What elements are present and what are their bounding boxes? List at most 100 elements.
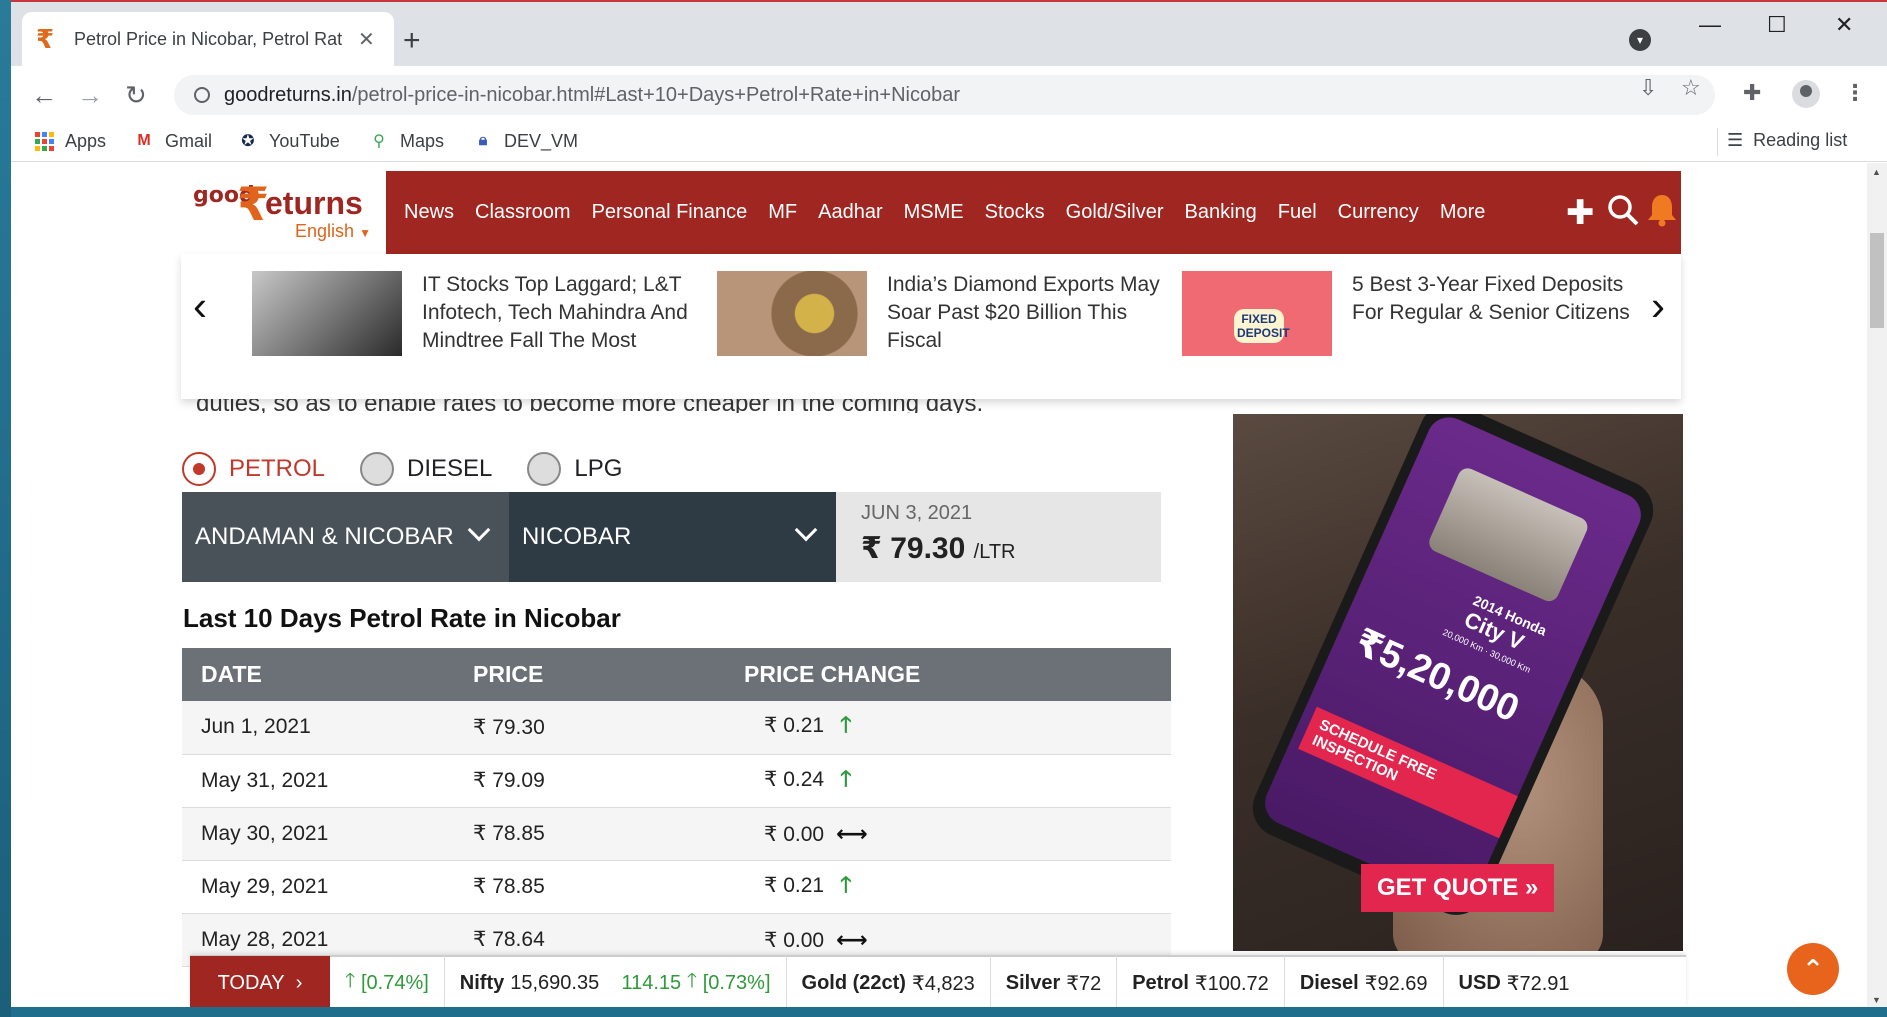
row-change: ₹ 0.24 🡑 bbox=[744, 754, 1171, 808]
puzzle-icon[interactable]: ✚ bbox=[1566, 193, 1595, 233]
radio-circle-icon bbox=[360, 452, 395, 486]
chevron-down-icon bbox=[467, 518, 491, 542]
new-tab-icon[interactable]: + bbox=[403, 24, 421, 58]
table-row: May 31, 2021 ₹ 79.09 ₹ 0.24 🡑 bbox=[182, 754, 1171, 808]
ticker-gold[interactable]: Gold (22ct) ₹4,823 bbox=[787, 956, 991, 1007]
radio-petrol[interactable]: PETROL bbox=[182, 452, 325, 486]
ticker-nifty[interactable]: Nifty 15,690.35 114.15 🡑 [0.73%] bbox=[445, 956, 787, 1007]
nav-msme[interactable]: MSME bbox=[904, 201, 964, 224]
bookmark-gmail[interactable]: M Gmail bbox=[133, 130, 212, 152]
caret-down-icon: ▼ bbox=[359, 226, 371, 240]
arrow-up-icon: 🡑 bbox=[686, 970, 698, 992]
news-card[interactable]: IT Stocks Top Laggard; L&T Infotech, Tec… bbox=[252, 271, 707, 356]
column-header-change: PRICE CHANGE bbox=[744, 648, 1171, 701]
nav-more[interactable]: More bbox=[1440, 201, 1486, 224]
carousel-prev-icon[interactable]: ‹ bbox=[193, 282, 207, 330]
state-select[interactable]: ANDAMAN & NICOBAR bbox=[182, 492, 509, 582]
rates-table: DATE PRICE PRICE CHANGE Jun 1, 2021 ₹ 79… bbox=[182, 648, 1171, 967]
news-card[interactable]: India’s Diamond Exports May Soar Past $2… bbox=[717, 271, 1172, 356]
nav-fuel[interactable]: Fuel bbox=[1278, 201, 1317, 224]
close-window-icon[interactable]: ✕ bbox=[1835, 12, 1853, 38]
gmail-icon: M bbox=[137, 132, 151, 149]
tab-search-icon[interactable]: ▾ bbox=[1629, 29, 1651, 51]
bookmark-apps[interactable]: Apps bbox=[33, 130, 106, 152]
lock-icon[interactable] bbox=[194, 87, 210, 103]
back-icon[interactable]: ← bbox=[31, 80, 57, 111]
nav-aadhar[interactable]: Aadhar bbox=[818, 201, 883, 224]
news-card[interactable]: FIXED DEPOSIT 5 Best 3-Year Fixed Deposi… bbox=[1182, 271, 1637, 356]
reading-list-button[interactable]: ☰ Reading list bbox=[1717, 128, 1847, 156]
nav-gold-silver[interactable]: Gold/Silver bbox=[1066, 201, 1164, 224]
nav-classroom[interactable]: Classroom bbox=[475, 201, 571, 224]
nav-mf[interactable]: MF bbox=[768, 201, 797, 224]
today-label: TODAY bbox=[217, 971, 285, 994]
close-tab-icon[interactable]: ✕ bbox=[358, 27, 375, 52]
usd-value: ₹72.91 bbox=[1506, 972, 1570, 995]
city-select[interactable]: NICOBAR bbox=[509, 492, 836, 582]
nav-currency[interactable]: Currency bbox=[1338, 201, 1419, 224]
section-title: Last 10 Days Petrol Rate in Nicobar bbox=[183, 603, 621, 633]
change-value: ₹ 0.00 bbox=[764, 822, 825, 846]
nav-personal-finance[interactable]: Personal Finance bbox=[592, 201, 748, 224]
nav-banking[interactable]: Banking bbox=[1184, 201, 1256, 224]
tab-active[interactable]: ₹ Petrol Price in Nicobar, Petrol Rat ✕ bbox=[22, 12, 394, 66]
bookmark-dev-vm[interactable]: 🔒︎ DEV_VM bbox=[472, 130, 578, 152]
maximize-icon[interactable]: ☐ bbox=[1767, 12, 1787, 38]
gold-value: ₹4,823 bbox=[911, 972, 975, 995]
install-icon[interactable]: ⇩ bbox=[1639, 75, 1657, 101]
radio-lpg[interactable]: LPG bbox=[527, 452, 622, 486]
address-bar[interactable]: goodreturns.in/petrol-price-in-nicobar.h… bbox=[174, 75, 1715, 115]
ticker-petrol[interactable]: Petrol ₹100.72 bbox=[1117, 956, 1285, 1007]
ad-schedule-label: SCHEDULE FREE INSPECTION bbox=[1298, 706, 1518, 839]
usd-label: USD bbox=[1458, 971, 1501, 994]
column-header-price: PRICE bbox=[454, 648, 744, 701]
bookmark-youtube[interactable]: ✪ YouTube bbox=[237, 130, 340, 152]
get-quote-button[interactable]: GET QUOTE » bbox=[1361, 864, 1555, 912]
radio-diesel[interactable]: DIESEL bbox=[360, 452, 492, 486]
ticker-silver[interactable]: Silver ₹72 bbox=[991, 956, 1118, 1007]
desktop-background bbox=[0, 0, 11, 1017]
main-nav: News Classroom Personal Finance MF Aadha… bbox=[386, 171, 1488, 254]
news-headline: India’s Diamond Exports May Soar Past $2… bbox=[887, 273, 1160, 352]
site-logo[interactable]: good ₹ eturns English ▼ bbox=[181, 171, 386, 254]
arrow-up-icon: 🡑 bbox=[345, 970, 356, 992]
ticker-diesel[interactable]: Diesel ₹92.69 bbox=[1285, 956, 1444, 1007]
scrollbar-thumb[interactable] bbox=[1870, 233, 1884, 328]
radio-circle-icon bbox=[182, 452, 216, 486]
search-icon[interactable] bbox=[1606, 193, 1640, 236]
language-selector[interactable]: English ▼ bbox=[295, 221, 371, 242]
scroll-down-icon[interactable]: ▼ bbox=[1872, 995, 1881, 1005]
bookmark-maps[interactable]: ⚲ Maps bbox=[368, 130, 444, 152]
change-value: ₹ 0.24 bbox=[764, 767, 825, 791]
menu-icon[interactable]: ⋮ bbox=[1844, 80, 1866, 106]
bell-icon[interactable] bbox=[1647, 193, 1676, 227]
minimize-icon[interactable]: — bbox=[1699, 12, 1721, 38]
language-label: English bbox=[295, 221, 355, 241]
bookmark-label: Gmail bbox=[165, 130, 213, 151]
ticker-usd[interactable]: USD ₹72.91 bbox=[1444, 956, 1585, 1007]
radio-label: LPG bbox=[574, 455, 623, 482]
today-button[interactable]: TODAY › bbox=[190, 956, 330, 1007]
state-value: ANDAMAN & NICOBAR bbox=[195, 523, 454, 550]
forward-icon[interactable]: → bbox=[77, 80, 103, 111]
url-text: goodreturns.in/petrol-price-in-nicobar.h… bbox=[224, 84, 960, 107]
nav-news[interactable]: News bbox=[404, 201, 454, 224]
nifty-change: 114.15 bbox=[621, 971, 682, 994]
arrow-both-icon: ⟷ bbox=[836, 926, 868, 952]
reload-icon[interactable]: ↻ bbox=[125, 80, 147, 111]
nav-stocks[interactable]: Stocks bbox=[985, 201, 1045, 224]
scroll-up-icon[interactable]: ▲ bbox=[1872, 167, 1881, 177]
extensions-icon[interactable]: ✚ bbox=[1743, 80, 1761, 106]
bookmark-label: YouTube bbox=[269, 130, 340, 151]
page-scrollbar[interactable]: ▲ ▼ bbox=[1867, 163, 1887, 1007]
star-icon[interactable]: ☆ bbox=[1681, 75, 1701, 101]
market-ticker: TODAY › 🡑 [0.74%] Nifty 15,690.35 114.15 … bbox=[190, 955, 1686, 1007]
url-path: /petrol-price-in-nicobar.html#Last+10+Da… bbox=[351, 83, 960, 106]
news-headline: IT Stocks Top Laggard; L&T Infotech, Tec… bbox=[422, 273, 688, 352]
back-to-top-icon[interactable]: ⌃ bbox=[1787, 943, 1839, 995]
carousel-next-icon[interactable]: › bbox=[1651, 282, 1665, 330]
price-date: JUN 3, 2021 bbox=[861, 502, 973, 524]
advertisement[interactable]: 2014 Honda City V 20,000 Km · 30,000 Km ₹… bbox=[1233, 414, 1683, 951]
table-row: May 30, 2021 ₹ 78.85 ₹ 0.00 ⟷ bbox=[182, 807, 1171, 861]
profile-icon[interactable] bbox=[1792, 80, 1820, 108]
